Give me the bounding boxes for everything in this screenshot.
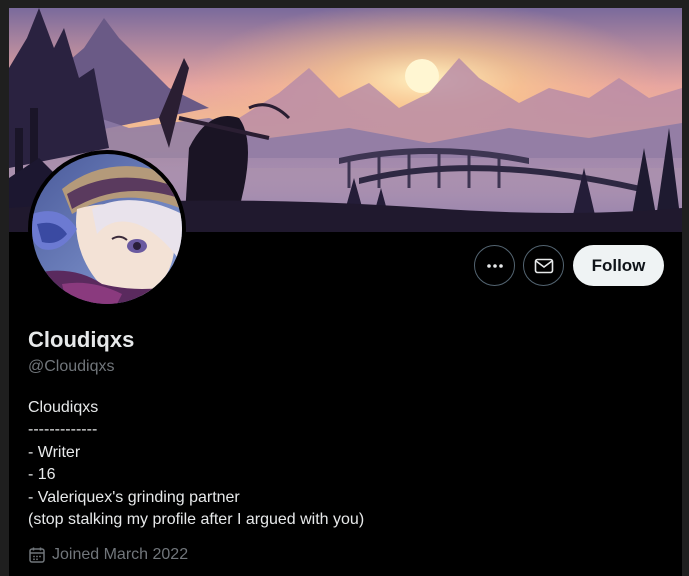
profile-page: Follow Cloudiqxs @Cloudiqxs Cloudiqxs --… <box>0 0 689 576</box>
profile-avatar[interactable] <box>28 150 186 308</box>
bio-line: - Writer <box>28 443 81 461</box>
user-handle: @Cloudiqxs <box>28 358 115 375</box>
bio-line: (stop stalking my profile after I argued… <box>28 511 365 529</box>
joined-label: Joined March 2022 <box>52 546 189 563</box>
follow-button[interactable]: Follow <box>573 245 664 286</box>
calendar-icon <box>29 547 45 563</box>
window-edge-top <box>0 0 689 8</box>
message-button[interactable] <box>523 245 564 286</box>
bio-line: ------------- <box>28 421 98 439</box>
window-edge-left <box>0 0 9 576</box>
joined-date: Joined March 2022 <box>28 545 188 565</box>
display-name: Cloudiqxs <box>28 327 135 352</box>
envelope-icon <box>534 258 553 273</box>
bio-line: - Valeriquex's grinding partner <box>28 488 240 506</box>
more-options-button[interactable] <box>474 245 515 286</box>
window-edge-right <box>682 0 689 576</box>
profile-bio: Cloudiqxs ------------- - Writer - 16 - … <box>28 397 668 531</box>
bio-line: - 16 <box>28 466 56 484</box>
bio-line: Cloudiqxs <box>28 399 99 416</box>
more-horizontal-icon <box>486 263 503 268</box>
